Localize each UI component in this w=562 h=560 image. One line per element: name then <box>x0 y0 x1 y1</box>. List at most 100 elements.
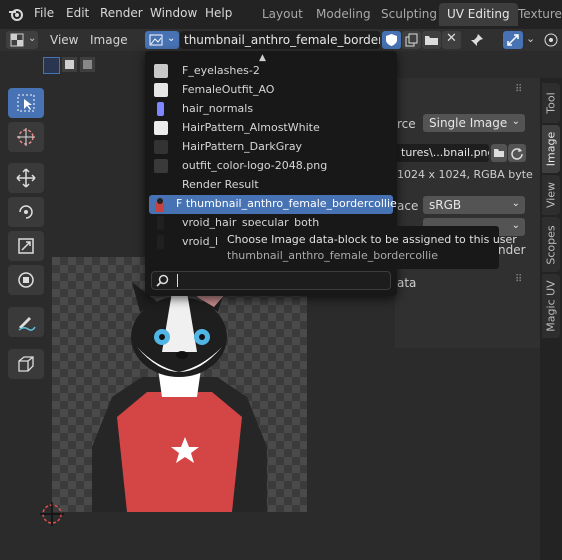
reload-icon <box>511 148 523 160</box>
overlay-icon <box>544 33 558 47</box>
menu-edit[interactable]: Edit <box>66 6 89 20</box>
source-select[interactable]: Single Image ⌄ <box>423 114 525 132</box>
box-icon <box>18 356 34 372</box>
sidebar-tabs: Tool Image View Scopes Magic UV <box>540 78 562 560</box>
menu-help[interactable]: Help <box>205 6 232 20</box>
folder-icon <box>494 149 504 157</box>
tab-uv-editing[interactable]: UV Editing <box>439 3 518 26</box>
image-thumbnail-icon <box>157 102 164 116</box>
pin-button[interactable] <box>466 31 488 49</box>
list-item[interactable]: Render Result <box>149 176 393 195</box>
pin-icon <box>471 34 483 46</box>
transform-icon <box>18 272 34 288</box>
tab-tool[interactable]: Tool <box>542 83 560 123</box>
image-thumbnail-icon <box>154 83 168 97</box>
image-thumbnail-icon <box>156 198 164 212</box>
tab-view[interactable]: View <box>542 175 560 215</box>
list-item[interactable]: outfit_color-logo-2048.png <box>149 157 393 176</box>
browse-image-button[interactable]: ⌄ <box>145 31 179 49</box>
image-menu[interactable]: Image <box>90 33 128 47</box>
image-thumbnail-icon <box>154 64 168 78</box>
tab-scopes[interactable]: Scopes <box>542 217 560 272</box>
image-thumbnail-icon <box>154 121 168 135</box>
tool-cursor[interactable] <box>8 122 44 152</box>
tool-scale[interactable] <box>8 231 44 261</box>
browse-file-button[interactable] <box>491 144 507 162</box>
image-info-text: 1024 x 1024, RGBA byte <box>397 168 533 181</box>
new-image-button[interactable] <box>402 31 421 49</box>
text-caret <box>177 274 178 287</box>
list-item[interactable]: hair_normals <box>149 100 393 119</box>
chevron-down-icon: ⌄ <box>511 116 520 127</box>
cursor-select-icon <box>17 94 35 112</box>
tab-magic-uv[interactable]: Magic UV <box>542 274 560 338</box>
tool-move[interactable] <box>8 163 44 193</box>
image-name-field[interactable]: thumbnail_anthro_female_bordercollie <box>180 31 380 49</box>
tool-annotate[interactable] <box>8 307 44 337</box>
search-input[interactable] <box>151 271 391 290</box>
list-item[interactable]: F_eyelashes-2 <box>149 62 393 81</box>
filepath-field[interactable]: tures\...bnail.png <box>395 144 489 162</box>
menu-file[interactable]: File <box>34 6 54 20</box>
uv-sync-button[interactable] <box>503 31 523 49</box>
image-browse-icon <box>149 34 163 46</box>
reload-button[interactable] <box>508 144 526 162</box>
list-item-selected[interactable]: F thumbnail_anthro_female_bordercollie <box>149 195 397 214</box>
view-menu[interactable]: View <box>50 33 78 47</box>
top-bar: File Edit Render Window Help Layout Mode… <box>0 0 562 44</box>
tab-texture-paint[interactable]: Texture P <box>510 3 562 44</box>
chevron-down-icon: ⌄ <box>167 33 176 44</box>
tool-sample[interactable] <box>8 349 44 379</box>
menu-window[interactable]: Window <box>150 6 197 20</box>
list-item[interactable]: HairPattern_AlmostWhite <box>149 119 393 138</box>
annotate-pen-icon <box>18 317 36 331</box>
folder-icon <box>425 36 438 45</box>
image-thumbnail-icon <box>154 159 168 173</box>
list-item[interactable]: HairPattern_DarkGray <box>149 138 393 157</box>
tab-layout[interactable]: Layout <box>254 3 311 26</box>
fake-user-button[interactable] <box>382 31 401 49</box>
tool-transform[interactable] <box>8 265 44 295</box>
image-thumbnail-icon <box>157 235 164 249</box>
menu-render[interactable]: Render <box>100 6 143 20</box>
tab-sculpting[interactable]: Sculpting <box>373 3 445 26</box>
search-icon <box>156 274 169 287</box>
tooltip-subtitle: thumbnail_anthro_female_bordercollie <box>227 249 438 262</box>
crosshair-cursor-icon <box>17 128 35 146</box>
chevron-down-icon[interactable]: ⌄ <box>526 32 535 45</box>
open-image-button[interactable] <box>422 31 441 49</box>
tab-image[interactable]: Image <box>542 125 560 173</box>
select-subtract-icon[interactable] <box>80 57 95 72</box>
chevron-down-icon: ⌄ <box>28 33 37 44</box>
select-extend-icon[interactable] <box>62 57 77 72</box>
list-item[interactable]: FemaleOutfit_AO <box>149 81 393 100</box>
overlay-button[interactable] <box>540 31 562 49</box>
2d-cursor-icon[interactable] <box>38 500 66 528</box>
duplicate-icon <box>405 33 418 47</box>
drag-grip-icon[interactable]: ⠿ <box>515 84 522 95</box>
tab-modeling[interactable]: Modeling <box>308 3 379 26</box>
blender-logo-icon[interactable] <box>8 6 24 22</box>
shield-icon <box>386 34 397 46</box>
colorspace-label: ace <box>397 199 419 213</box>
editor-type-button[interactable]: ⌄ <box>6 31 38 49</box>
tooltip: Choose Image data-block to be assigned t… <box>219 226 517 269</box>
image-properties-panel: ⠿ rce Single Image ⌄ tures\...bnail.png … <box>395 78 540 348</box>
colorspace-select[interactable]: sRGB ⌄ <box>423 196 525 214</box>
image-thumbnail-icon <box>157 216 164 230</box>
image-thumbnail-icon <box>154 140 168 154</box>
image-editor-icon <box>10 33 24 47</box>
select-new-icon[interactable] <box>43 57 60 74</box>
scale-icon <box>18 238 34 254</box>
close-icon: ✕ <box>446 31 457 46</box>
tool-rotate[interactable] <box>8 197 44 227</box>
unlink-image-button[interactable]: ✕ <box>442 31 461 49</box>
source-label: rce <box>397 117 416 131</box>
tooltip-title: Choose Image data-block to be assigned t… <box>227 233 517 246</box>
sync-arrows-icon <box>507 34 519 46</box>
tool-select-box[interactable] <box>8 88 44 118</box>
move-icon <box>16 168 36 188</box>
drag-grip-icon[interactable]: ⠿ <box>515 274 522 285</box>
chevron-down-icon: ⌄ <box>511 198 520 209</box>
metadata-label[interactable]: ata <box>397 276 416 290</box>
